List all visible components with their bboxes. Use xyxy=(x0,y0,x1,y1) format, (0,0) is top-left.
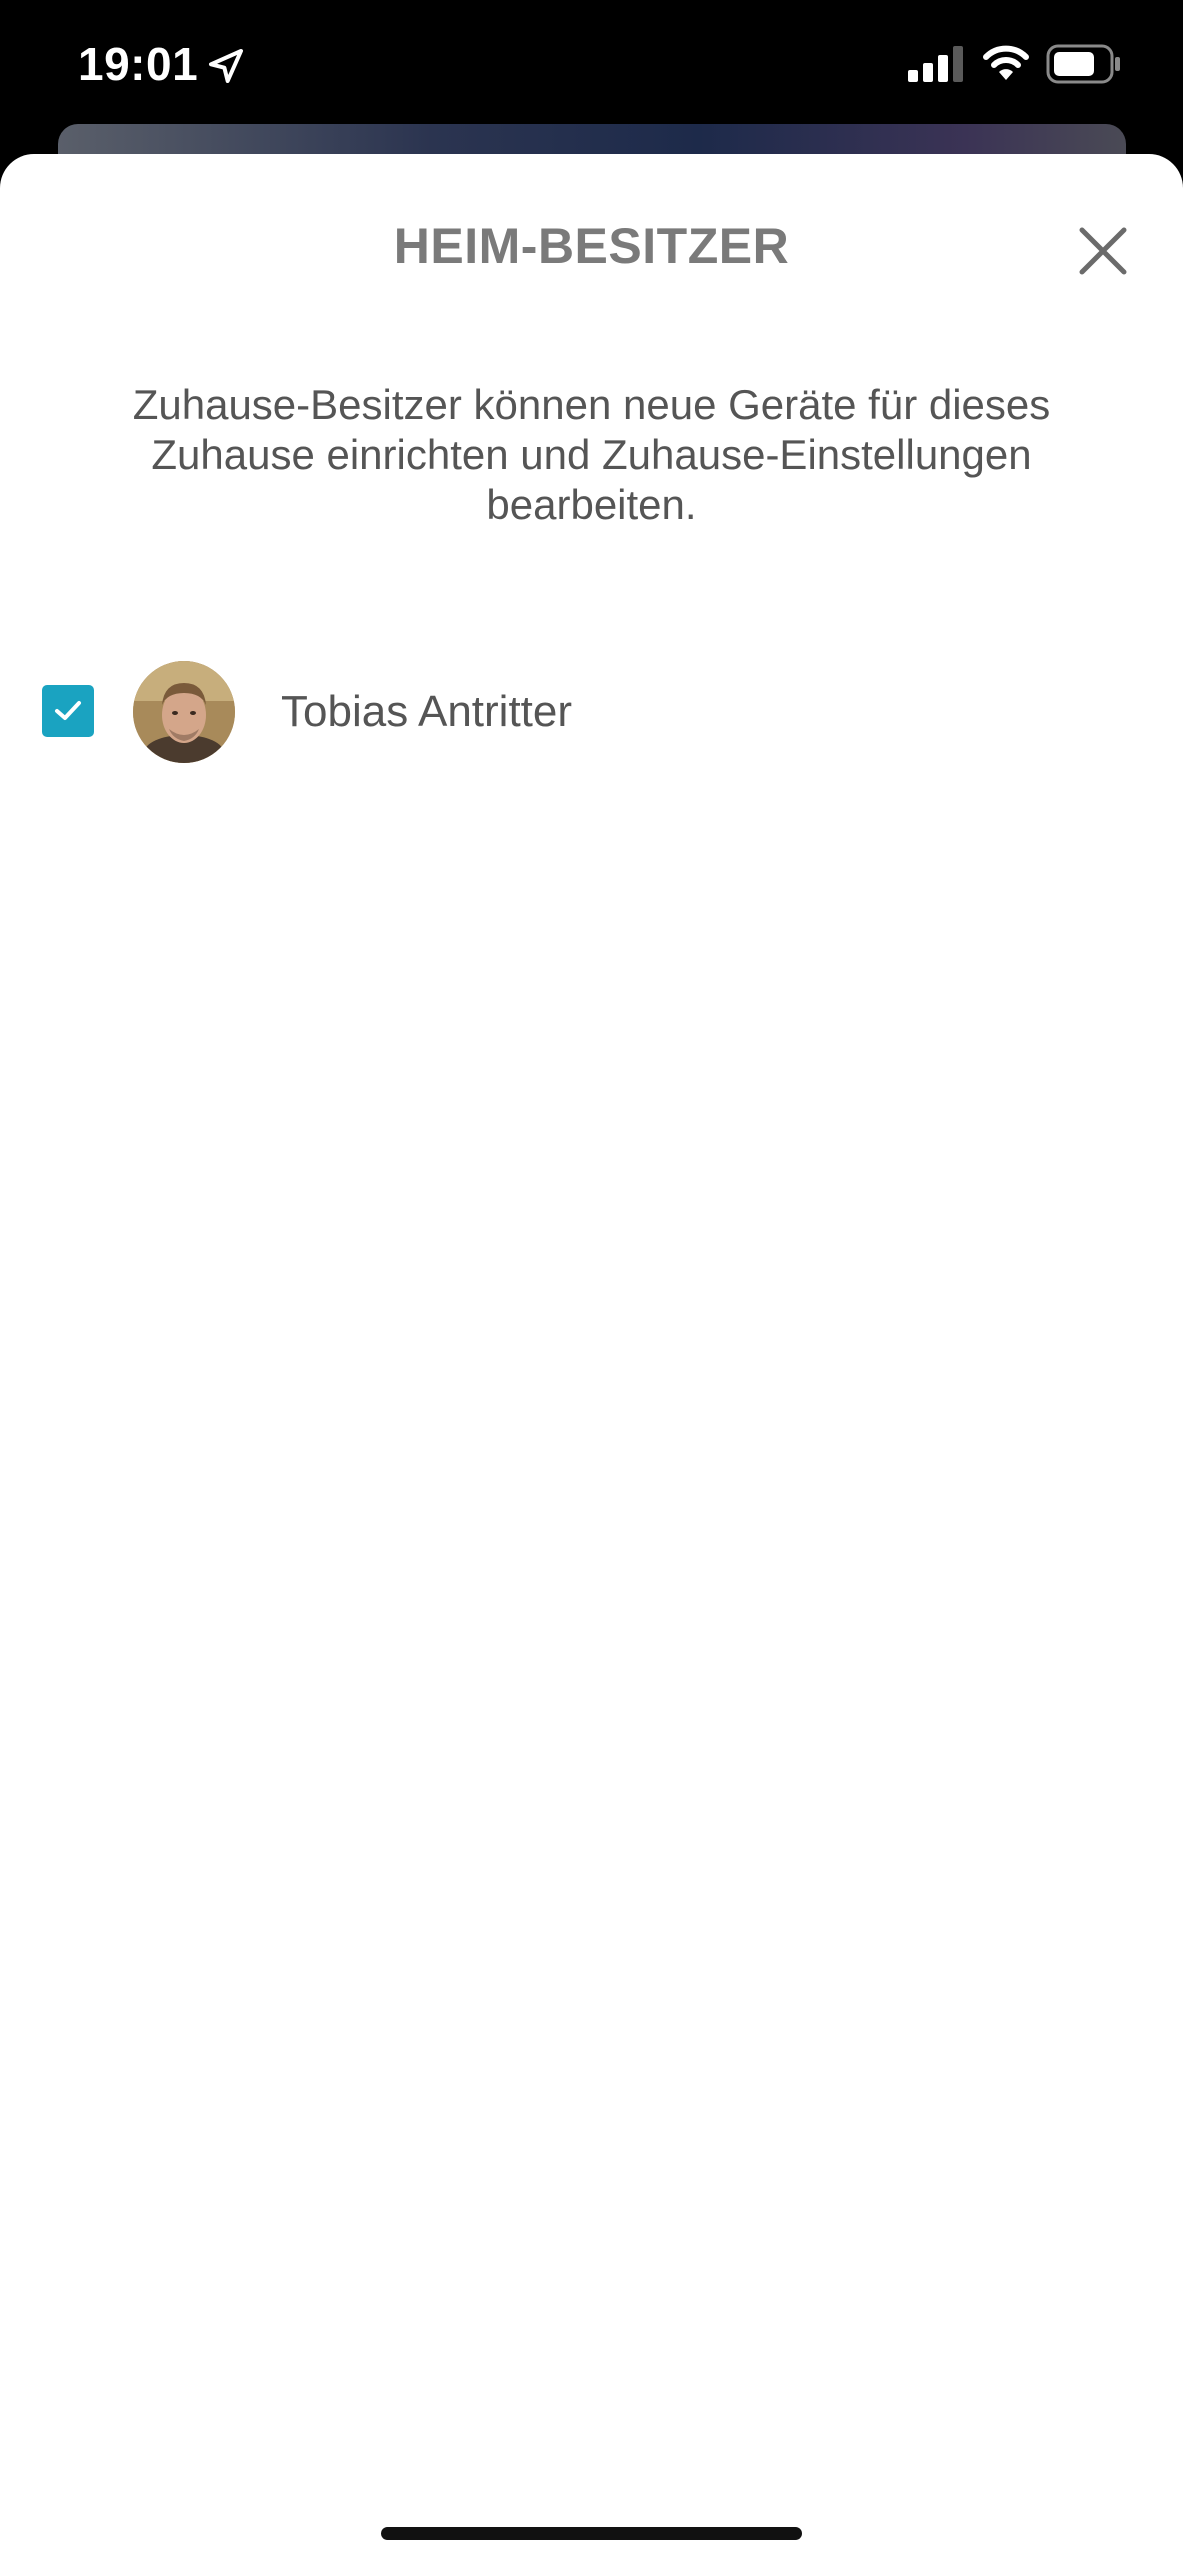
close-button[interactable] xyxy=(1072,220,1134,282)
status-time: 19:01 xyxy=(78,38,199,90)
sheet-title: HEIM-BESITZER xyxy=(393,218,790,274)
checkmark-icon xyxy=(55,701,81,720)
status-bar: 19:01 xyxy=(0,0,1183,130)
location-arrow-icon xyxy=(209,49,243,83)
avatar-photo xyxy=(133,661,235,763)
battery-icon xyxy=(1046,44,1120,84)
close-icon xyxy=(1079,227,1127,275)
home-owners-sheet: HEIM-BESITZER Zuhause-Besitzer können ne… xyxy=(0,154,1183,2560)
cellular-signal-icon xyxy=(908,46,963,82)
owner-list-item[interactable]: Tobias Antritter xyxy=(0,634,1183,784)
owner-checkbox[interactable] xyxy=(42,685,94,737)
wifi-icon xyxy=(983,45,1029,80)
owner-name: Tobias Antritter xyxy=(281,687,573,736)
description-text: Zuhause-Besitzer können neue Geräte für … xyxy=(132,381,1051,528)
avatar xyxy=(133,661,235,763)
home-indicator xyxy=(381,2527,802,2540)
